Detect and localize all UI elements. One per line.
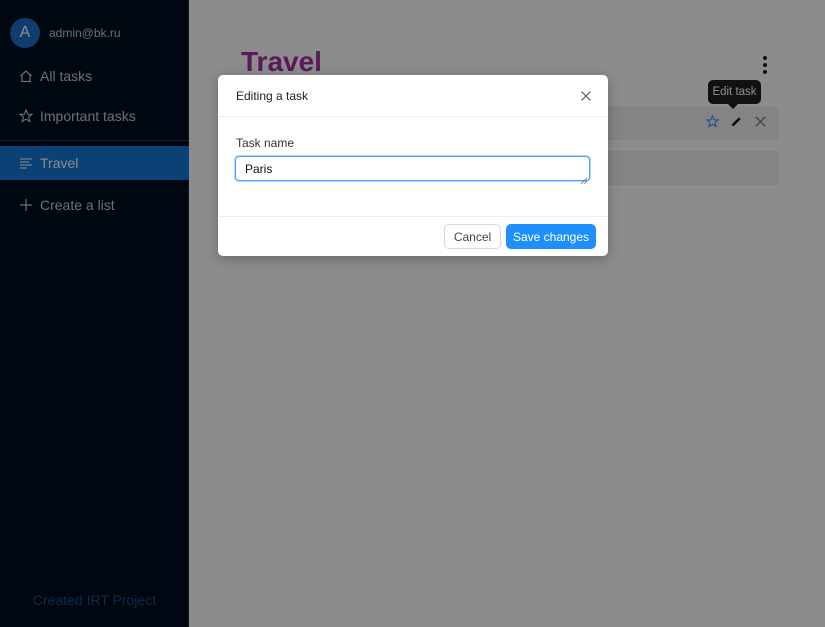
dialog-footer-divider bbox=[218, 216, 608, 217]
cancel-button[interactable]: Cancel bbox=[444, 224, 501, 249]
resize-handle-icon[interactable] bbox=[580, 171, 588, 185]
edit-task-dialog: Editing a task Task name Cancel Save cha… bbox=[218, 75, 608, 256]
task-name-input[interactable] bbox=[235, 156, 590, 181]
save-changes-button[interactable]: Save changes bbox=[506, 224, 596, 249]
task-name-label: Task name bbox=[236, 136, 295, 150]
close-icon[interactable] bbox=[580, 89, 592, 101]
dialog-title: Editing a task bbox=[218, 75, 608, 117]
